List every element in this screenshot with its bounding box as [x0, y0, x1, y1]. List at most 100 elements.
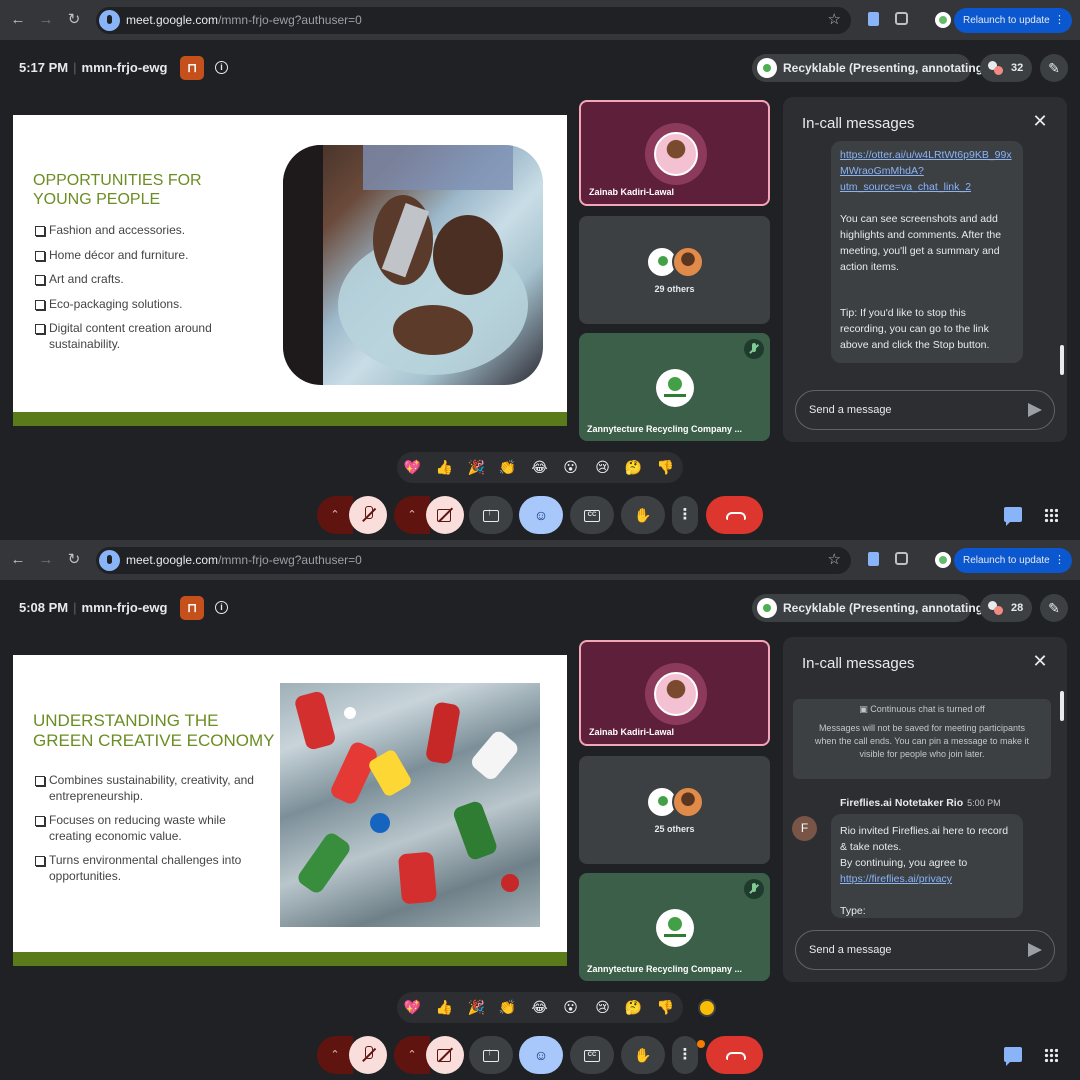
message-input[interactable]: Send a message [795, 390, 1055, 430]
reactions-button[interactable]: ☺ [519, 496, 563, 534]
message-input[interactable]: Send a message [795, 930, 1055, 970]
crying-reaction-icon[interactable]: 😢 [593, 998, 612, 1017]
leave-call-button[interactable] [706, 496, 763, 534]
forward-arrow-icon[interactable]: → [36, 10, 56, 30]
surprised-reaction-icon[interactable]: 😮 [561, 458, 580, 477]
extension-doc-icon[interactable] [868, 12, 879, 26]
present-screen-button[interactable] [469, 1036, 513, 1074]
skin-tone-selector-icon[interactable] [698, 999, 716, 1017]
address-bar[interactable]: meet.google.com/mmn-frjo-ewg?authuser=0 … [96, 7, 851, 34]
participants-button[interactable]: 32 [980, 54, 1032, 82]
leave-call-button[interactable] [706, 1036, 763, 1074]
close-icon[interactable]: ✕ [1031, 112, 1049, 130]
participant-tile-company[interactable]: Zannytecture Recycling Company ... [579, 873, 770, 981]
browser-toolbar: ← → ↻ meet.google.com/mmn-frjo-ewg?authu… [0, 0, 1080, 40]
chat-panel: In-call messages ✕ https://otter.ai/u/w4… [783, 97, 1067, 442]
extension-doc-icon[interactable] [868, 552, 879, 566]
presenter-chip[interactable]: Recyklable (Presenting, annotating) [752, 594, 987, 622]
send-icon[interactable] [1028, 403, 1042, 417]
chat-bubble-icon[interactable] [1004, 507, 1022, 526]
message-sender: Fireflies.ai Notetaker Rio 5:00 PM [840, 797, 1001, 809]
sparkling-heart-reaction-icon[interactable]: 💖 [403, 998, 422, 1017]
reload-icon[interactable]: ↻ [64, 10, 84, 30]
thinking-reaction-icon[interactable]: 🤔 [624, 998, 643, 1017]
thumbs-down-reaction-icon[interactable]: 👎 [656, 998, 675, 1017]
bookmark-star-icon[interactable]: ☆ [828, 10, 841, 28]
chevron-up-icon[interactable]: ⌃ [317, 496, 353, 534]
recyklable-logo-icon [757, 598, 777, 618]
url-text: meet.google.com/mmn-frjo-ewg?authuser=0 [126, 13, 362, 27]
forward-arrow-icon[interactable]: → [36, 550, 56, 570]
extensions-puzzle-icon[interactable] [895, 12, 908, 25]
laughing-reaction-icon[interactable]: 😂 [530, 998, 549, 1017]
presenter-chip[interactable]: Recyklable (Presenting, annotating) [752, 54, 987, 82]
camera-off-button[interactable] [426, 496, 464, 534]
send-icon[interactable] [1028, 943, 1042, 957]
raise-hand-button[interactable]: ✋ [621, 1036, 665, 1074]
crying-reaction-icon[interactable]: 😢 [593, 458, 612, 477]
relaunch-button[interactable]: Relaunch to update ⋮ [954, 8, 1072, 33]
camera-off-icon [437, 1046, 453, 1064]
captions-button[interactable]: CC [570, 1036, 614, 1074]
relaunch-button[interactable]: Relaunch to update ⋮ [954, 548, 1072, 573]
thinking-reaction-icon[interactable]: 🤔 [624, 458, 643, 477]
reactions-button[interactable]: ☺ [519, 1036, 563, 1074]
reload-icon[interactable]: ↻ [64, 550, 84, 570]
thumbs-down-reaction-icon[interactable]: 👎 [656, 458, 675, 477]
participants-button[interactable]: 28 [980, 594, 1032, 622]
chat-bubble-icon[interactable] [1004, 1047, 1022, 1066]
more-options-button[interactable]: ⋮ [672, 496, 698, 534]
annotate-pen-icon[interactable]: ✎ [1040, 594, 1068, 622]
site-info-icon[interactable] [99, 10, 120, 31]
annotate-pen-icon[interactable]: ✎ [1040, 54, 1068, 82]
chat-scrollbar[interactable] [1060, 691, 1064, 721]
back-arrow-icon[interactable]: ← [8, 10, 28, 30]
camera-control: ⌃ [394, 496, 464, 534]
chevron-up-icon[interactable]: ⌃ [394, 1036, 430, 1074]
thumbs-up-reaction-icon[interactable]: 👍 [435, 458, 454, 477]
mic-off-button[interactable] [349, 496, 387, 534]
profile-avatar[interactable] [933, 10, 953, 30]
chat-scrollbar[interactable] [1060, 345, 1064, 375]
captions-button[interactable]: CC [570, 496, 614, 534]
chevron-up-icon[interactable]: ⌃ [317, 1036, 353, 1074]
raise-hand-button[interactable]: ✋ [621, 496, 665, 534]
meeting-info-icon[interactable]: i [215, 601, 228, 614]
sparkling-heart-reaction-icon[interactable]: 💖 [403, 458, 422, 477]
participant-tile-zainab[interactable]: Zainab Kadiri-Lawal [579, 640, 770, 746]
surprised-reaction-icon[interactable]: 😮 [561, 998, 580, 1017]
extensions-puzzle-icon[interactable] [895, 552, 908, 565]
activities-grid-icon[interactable] [1044, 1048, 1058, 1062]
participant-tile-others[interactable]: 25 others [579, 756, 770, 864]
fireflies-privacy-link[interactable]: https://fireflies.ai/privacy [840, 871, 1014, 887]
mic-off-button[interactable] [349, 1036, 387, 1074]
back-arrow-icon[interactable]: ← [8, 550, 28, 570]
participant-tile-company[interactable]: Zannytecture Recycling Company ... [579, 333, 770, 441]
meeting-info-icon[interactable]: i [215, 61, 228, 74]
otter-link[interactable]: https://otter.ai/u/w4LRtWt6p9KB_99x [840, 147, 1014, 163]
close-icon[interactable]: ✕ [1031, 652, 1049, 670]
address-bar[interactable]: meet.google.com/mmn-frjo-ewg?authuser=0 … [96, 547, 851, 574]
reactions-bar: 💖 👍 🎉 👏 😂 😮 😢 🤔 👎 [397, 452, 683, 483]
camera-control: ⌃ [394, 1036, 464, 1074]
participant-tile-others[interactable]: 29 others [579, 216, 770, 324]
site-info-icon[interactable] [99, 550, 120, 571]
chevron-up-icon[interactable]: ⌃ [394, 496, 430, 534]
menu-dots-icon[interactable]: ⋮ [1054, 8, 1065, 33]
laughing-reaction-icon[interactable]: 😂 [530, 458, 549, 477]
clapping-reaction-icon[interactable]: 👏 [498, 458, 517, 477]
clapping-reaction-icon[interactable]: 👏 [498, 998, 517, 1017]
more-options-button[interactable]: ⋮ [672, 1036, 698, 1074]
party-popper-reaction-icon[interactable]: 🎉 [467, 998, 486, 1017]
activities-grid-icon[interactable] [1044, 508, 1058, 522]
menu-dots-icon[interactable]: ⋮ [1054, 548, 1065, 573]
host-controls-icon[interactable]: ⊓ [180, 56, 204, 80]
thumbs-up-reaction-icon[interactable]: 👍 [435, 998, 454, 1017]
party-popper-reaction-icon[interactable]: 🎉 [467, 458, 486, 477]
bookmark-star-icon[interactable]: ☆ [828, 550, 841, 568]
camera-off-button[interactable] [426, 1036, 464, 1074]
present-screen-button[interactable] [469, 496, 513, 534]
host-controls-icon[interactable]: ⊓ [180, 596, 204, 620]
profile-avatar[interactable] [933, 550, 953, 570]
participant-tile-zainab[interactable]: Zainab Kadiri-Lawal [579, 100, 770, 206]
